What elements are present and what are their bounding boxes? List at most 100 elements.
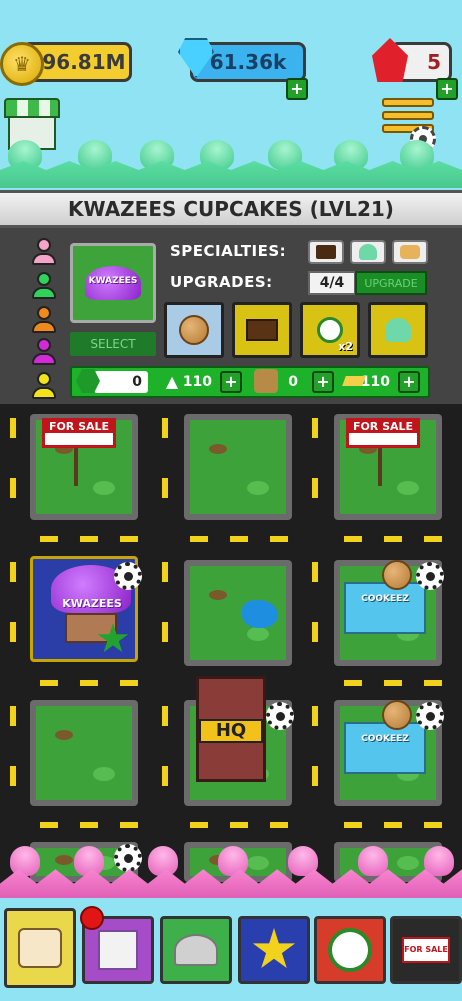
road-marking (80, 536, 98, 542)
frosting-decoration (424, 846, 454, 876)
flour-bag-icon (254, 369, 278, 393)
staff-purple-icon[interactable] (30, 338, 58, 366)
road-marking (10, 766, 16, 786)
for-sale-label: FOR SALE (349, 421, 417, 433)
road-marking (344, 822, 362, 828)
ticket-amount: 5 (427, 50, 441, 74)
road-marking (120, 536, 138, 542)
cake-stand-icon (174, 934, 218, 966)
frosting-decoration (74, 846, 104, 876)
road-marking (384, 536, 402, 542)
gift-box-icon (98, 930, 138, 970)
plot-empty[interactable] (184, 414, 292, 520)
specialty-bread-icon (392, 240, 428, 264)
frosting-decoration (10, 846, 40, 876)
add-flour-button[interactable]: + (312, 371, 334, 393)
store-title: KWAZEES CUPCAKES (LVL21) (68, 197, 394, 221)
sugar-icon: ▲ (165, 371, 179, 391)
gem-stock-count: 0 (94, 371, 148, 393)
road-marking (40, 536, 58, 542)
road-marking (80, 822, 98, 828)
plot-empty[interactable] (30, 700, 138, 806)
road-marking (80, 680, 98, 686)
road-marking (190, 536, 208, 542)
nav-real-estate-button[interactable]: FOR SALE (390, 916, 462, 984)
road-marking (312, 418, 318, 438)
pond (242, 600, 278, 628)
kwazees-label: KWAZEES (62, 597, 122, 610)
notification-badge (80, 906, 104, 930)
plot-settings-gear-icon[interactable] (114, 844, 142, 872)
cupcake-icon (385, 318, 411, 342)
sign-post (74, 448, 78, 486)
plot-for-sale[interactable]: FOR SALE (334, 414, 442, 520)
cookeez-label: COOKEEZ (361, 594, 409, 604)
menu-bar (382, 98, 434, 107)
road-marking (40, 822, 58, 828)
store-thumb-label: KWAZEES (88, 276, 138, 286)
upgrade-button-label: UPGRADE (364, 276, 418, 290)
road-marking (312, 562, 318, 582)
cookeez-settings-gear-icon[interactable] (416, 562, 444, 590)
cookie-icon (382, 700, 412, 730)
cookie-icon (179, 315, 209, 345)
kwazees-settings-gear-icon[interactable] (114, 562, 142, 590)
nav-timer-button[interactable] (314, 916, 386, 984)
road-marking (384, 822, 402, 828)
road-marking (162, 418, 168, 438)
road-marking (10, 622, 16, 642)
upgrade-slot-cupcake[interactable] (368, 302, 428, 358)
cookie-icon (382, 560, 412, 590)
hq-settings-gear-icon[interactable] (266, 702, 294, 730)
upgrade-count: 4/4 (308, 271, 356, 295)
road-marking (190, 822, 208, 828)
upgrade-button[interactable]: UPGRADE (355, 271, 427, 295)
nav-bakery-button[interactable] (4, 908, 76, 988)
brownie-icon (246, 319, 278, 341)
hq-building[interactable]: HQ (196, 676, 266, 782)
cookeez-shop-building: COOKEEZ (344, 722, 426, 774)
specialties-label: SPECIALTIES: (170, 242, 287, 260)
staff-green-icon[interactable] (30, 272, 58, 300)
specialty-brownie-icon (308, 240, 344, 264)
road-marking (312, 622, 318, 642)
for-sale-sign: FOR SALE (346, 418, 420, 448)
road-marking (270, 536, 288, 542)
star-icon (252, 928, 296, 969)
add-butter-button[interactable]: + (398, 371, 420, 393)
add-gems-button[interactable]: + (286, 78, 308, 100)
store-thumbnail[interactable]: KWAZEES (70, 243, 156, 323)
for-sale-sign: FOR SALE (42, 418, 116, 448)
road-marking (10, 706, 16, 726)
road-marking (312, 766, 318, 786)
stopwatch-icon (328, 928, 372, 972)
road-marking (10, 418, 16, 438)
upgrade-slot-brownie[interactable] (232, 302, 292, 358)
road-marking (424, 536, 442, 542)
nav-star-button[interactable] (238, 916, 310, 984)
plot-pond[interactable] (184, 560, 292, 666)
sign-post (378, 448, 382, 486)
upgrades-label: UPGRADES: (170, 273, 273, 291)
select-button[interactable]: SELECT (70, 332, 156, 356)
flour-count: 0 (288, 374, 298, 390)
for-sale-label: FOR SALE (45, 421, 113, 433)
add-tickets-button[interactable]: + (436, 78, 458, 100)
cookeez-label: COOKEEZ (361, 734, 409, 744)
upgrade-slot-speed-boost[interactable]: x2 (300, 302, 360, 358)
road-marking (162, 706, 168, 726)
road-marking (344, 680, 362, 686)
cookeez-settings-gear-icon[interactable] (416, 702, 444, 730)
staff-yellow-icon[interactable] (30, 372, 58, 400)
plot-for-sale[interactable]: FOR SALE (30, 414, 138, 520)
frosting-decoration (218, 846, 248, 876)
upgrade-slot-cookie[interactable] (164, 302, 224, 358)
road-marking (162, 562, 168, 582)
staff-orange-icon[interactable] (30, 306, 58, 334)
nav-display-stand-button[interactable] (160, 916, 232, 984)
specialty-cupcake-icon (350, 240, 386, 264)
add-sugar-button[interactable]: + (220, 371, 242, 393)
shop-icon (4, 98, 60, 118)
road-marking (270, 822, 288, 828)
staff-pink-icon[interactable] (30, 238, 58, 266)
